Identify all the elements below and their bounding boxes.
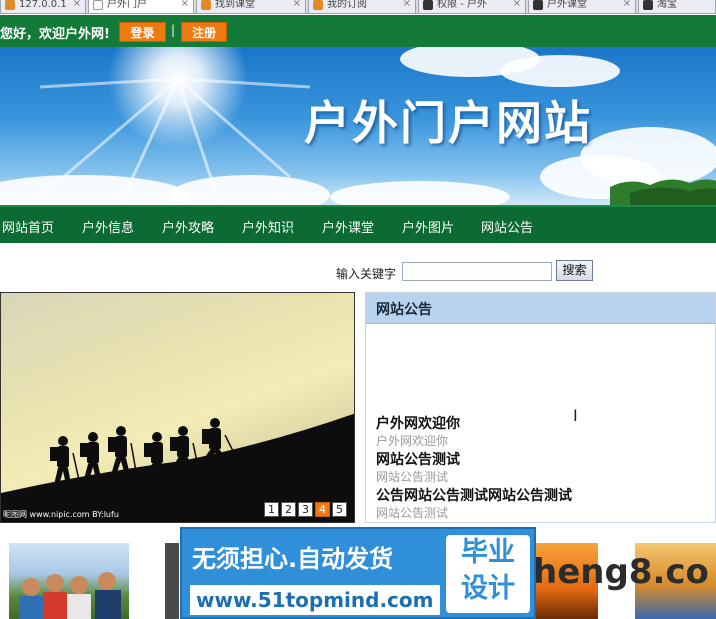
browser-tab-label: 淘宝 bbox=[657, 0, 677, 10]
nav-item-guides[interactable]: 户外攻略 bbox=[162, 217, 214, 236]
page-icon bbox=[313, 0, 323, 10]
login-button[interactable]: 登录 bbox=[119, 22, 166, 42]
register-button[interactable]: 注册 bbox=[181, 22, 227, 42]
close-icon[interactable]: × bbox=[293, 0, 301, 9]
browser-tab[interactable]: 权限 - 户外 × bbox=[418, 0, 526, 13]
image-slider[interactable]: 昵图网 www.nipic.com BY:lufu 1 2 3 4 5 bbox=[0, 292, 355, 523]
notice-title: 网站公告 bbox=[376, 302, 432, 318]
nav-item-classroom[interactable]: 户外课堂 bbox=[322, 217, 374, 236]
slider-page-button[interactable]: 5 bbox=[332, 502, 347, 517]
header-banner: 户外门户网站 bbox=[0, 47, 716, 205]
slider-page-button[interactable]: 3 bbox=[298, 502, 313, 517]
watermark-text: heng8.co bbox=[533, 552, 709, 592]
close-icon[interactable]: × bbox=[513, 0, 521, 9]
text-cursor-icon: I bbox=[573, 406, 578, 425]
nav-item-pictures[interactable]: 户外图片 bbox=[402, 217, 454, 236]
close-icon[interactable]: × bbox=[623, 0, 631, 9]
ad-headline: 无须担心.自动发货 bbox=[192, 545, 394, 573]
notice-header: 网站公告 bbox=[366, 293, 715, 324]
notice-item-summary: 户外网欢迎你 bbox=[376, 434, 449, 448]
thumbnail-image[interactable] bbox=[9, 543, 129, 619]
browser-tab[interactable]: 找到课堂 × bbox=[196, 0, 306, 13]
page-icon bbox=[423, 0, 433, 10]
ad-url[interactable]: www.51topmind.com bbox=[190, 585, 440, 615]
browser-tab-label: 户外课堂 bbox=[547, 0, 587, 10]
page-icon bbox=[201, 0, 211, 10]
browser-tab-label: 我的订阅 bbox=[327, 0, 367, 10]
browser-tab[interactable]: 我的订阅 × bbox=[308, 0, 416, 13]
notice-item-title[interactable]: 户外网欢迎你 bbox=[376, 413, 460, 433]
search-input[interactable] bbox=[402, 262, 552, 281]
search-label: 输入关键字 bbox=[336, 267, 397, 281]
page: 127.0.0.1 × 户外门户 × 找到课堂 × 我的订阅 × 权限 - 户外… bbox=[0, 0, 716, 619]
browser-tab-strip: 127.0.0.1 × 户外门户 × 找到课堂 × 我的订阅 × 权限 - 户外… bbox=[0, 0, 716, 14]
browser-tab[interactable]: 淘宝 bbox=[638, 0, 716, 13]
browser-tab[interactable]: 户外课堂 × bbox=[528, 0, 636, 13]
page-icon bbox=[533, 0, 543, 10]
ad-badge: 毕业 设计 bbox=[446, 535, 530, 613]
browser-tab-label: 找到课堂 bbox=[215, 0, 255, 10]
notice-item-summary: 网站公告测试 bbox=[376, 470, 449, 484]
slider-pager: 1 2 3 4 5 bbox=[264, 502, 347, 517]
browser-tab-label: 户外门户 bbox=[107, 0, 147, 10]
browser-tab-label: 权限 - 户外 bbox=[437, 0, 487, 10]
page-icon bbox=[643, 0, 653, 10]
browser-tab-label: 127.0.0.1 bbox=[19, 0, 67, 10]
nav-item-home[interactable]: 网站首页 bbox=[2, 217, 54, 236]
main-nav: 网站首页 户外信息 户外攻略 户外知识 户外课堂 户外图片 网站公告 bbox=[0, 205, 716, 243]
hikers-silhouette-photo bbox=[1, 413, 354, 522]
notice-item-summary: 网站公告测试 bbox=[376, 506, 449, 520]
site-logo-title: 户外门户网站 bbox=[304, 96, 592, 150]
search-row: 输入关键字 搜索 bbox=[0, 243, 716, 291]
slider-page-button[interactable]: 1 bbox=[264, 502, 279, 517]
notice-item-title[interactable]: 网站公告测试 bbox=[376, 449, 460, 469]
notice-panel: 网站公告 户外网欢迎你 户外网欢迎你 网站公告测试 网站公告测试 公告网站公告测… bbox=[365, 292, 716, 523]
slider-page-button-active[interactable]: 4 bbox=[315, 502, 330, 517]
group-photo bbox=[19, 572, 121, 619]
slider-caption: 昵图网 www.nipic.com BY:lufu bbox=[3, 510, 119, 519]
nav-item-knowledge[interactable]: 户外知识 bbox=[242, 217, 294, 236]
close-icon[interactable]: × bbox=[181, 0, 189, 9]
top-bar: 您好，欢迎户外网! 登录 | 注册 bbox=[0, 15, 716, 47]
advertisement-banner[interactable]: 无须担心.自动发货 www.51topmind.com 毕业 设计 bbox=[180, 527, 536, 619]
notice-item-title[interactable]: 公告网站公告测试网站公告测试 bbox=[376, 485, 572, 505]
page-icon bbox=[93, 0, 103, 10]
close-icon[interactable]: × bbox=[403, 0, 411, 9]
browser-tab-active[interactable]: 户外门户 × bbox=[88, 0, 194, 13]
thumbnail-image[interactable] bbox=[165, 543, 179, 619]
browser-tab[interactable]: 127.0.0.1 × bbox=[0, 0, 86, 13]
ad-badge-line: 毕业 bbox=[461, 537, 515, 568]
page-icon bbox=[5, 0, 15, 10]
nav-item-notices[interactable]: 网站公告 bbox=[481, 217, 533, 236]
slider-page-button[interactable]: 2 bbox=[281, 502, 296, 517]
welcome-text: 您好，欢迎户外网! bbox=[0, 27, 110, 42]
ad-badge-line: 设计 bbox=[461, 573, 515, 604]
close-icon[interactable]: × bbox=[73, 0, 81, 9]
search-button[interactable]: 搜索 bbox=[556, 260, 593, 281]
nav-item-info[interactable]: 户外信息 bbox=[82, 217, 134, 236]
separator: | bbox=[171, 23, 176, 37]
